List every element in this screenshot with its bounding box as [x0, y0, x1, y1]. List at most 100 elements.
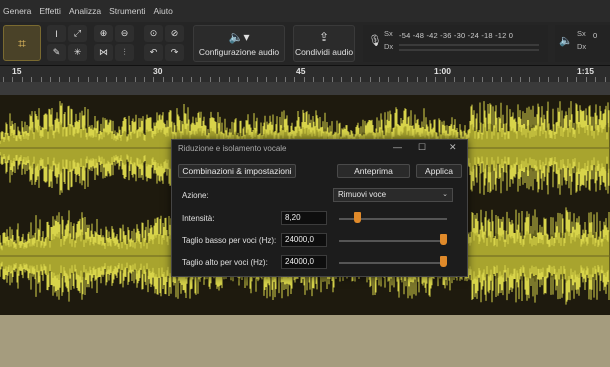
ruler-minor-tick — [576, 77, 577, 82]
ruler-minor-tick — [379, 77, 380, 82]
preview-button[interactable]: Anteprima — [337, 164, 410, 178]
presets-button[interactable]: Combinazioni & impostazioni — [178, 164, 296, 178]
ruler-minor-tick — [59, 77, 60, 82]
ruler-minor-tick — [153, 77, 154, 82]
low-cut-slider-thumb[interactable] — [440, 234, 447, 245]
selection-mode-button[interactable]: ⌗ — [3, 25, 41, 61]
ruler-minor-tick — [219, 77, 220, 82]
timeline-ruler[interactable]: 15 30 45 1:00 1:15 — [0, 66, 610, 83]
playback-meter[interactable]: 🔈 Sx Dx 0 — [555, 25, 610, 62]
meter-left-label: Sx — [384, 29, 393, 38]
speaker-icon: 🔈▾ — [228, 29, 250, 44]
zoom-fit-icon[interactable]: ⊘ — [165, 25, 184, 42]
high-cut-slider-thumb[interactable] — [440, 256, 447, 267]
ruler-minor-tick — [285, 77, 286, 82]
redo-icon[interactable]: ↷ — [165, 44, 184, 61]
audio-setup-button[interactable]: 🔈▾ Configurazione audio — [193, 25, 285, 62]
chevron-down-icon: ⌄ — [442, 191, 448, 198]
ruler-minor-tick — [276, 77, 277, 82]
ruler-minor-tick — [558, 77, 559, 82]
intensity-field[interactable]: 8,20 — [281, 211, 327, 225]
menu-analizza[interactable]: Analizza — [69, 6, 101, 16]
ruler-minor-tick — [370, 77, 371, 82]
low-cut-field[interactable]: 24000,0 — [281, 233, 327, 247]
silence-icon[interactable]: ⫶ — [115, 44, 134, 61]
zoom-in-icon[interactable]: ⊕ — [94, 25, 113, 42]
ruler-minor-tick — [257, 77, 258, 82]
ruler-minor-tick — [50, 77, 51, 82]
trim-icon[interactable]: ⋈ — [94, 44, 113, 61]
ruler-minor-tick — [78, 77, 79, 82]
minimize-icon[interactable]: — — [393, 142, 402, 152]
ruler-minor-tick — [407, 77, 408, 82]
ruler-minor-tick — [313, 77, 314, 82]
high-cut-slider[interactable] — [339, 256, 447, 267]
ruler-tick-label: 30 — [153, 66, 163, 76]
ruler-minor-tick — [135, 77, 136, 82]
ruler-minor-tick — [69, 77, 70, 82]
multi-tool-icon[interactable]: ✳ — [68, 44, 87, 61]
ruler-minor-tick — [304, 77, 305, 82]
ruler-tick-label: 45 — [296, 66, 306, 76]
ruler-minor-tick — [144, 77, 145, 82]
voice-isolation-dialog: Riduzione e isolamento vocale — ☐ ✕ Comb… — [171, 139, 468, 277]
timeline-subruler[interactable] — [0, 83, 610, 95]
draw-tool-icon[interactable]: ✎ — [47, 44, 66, 61]
meter-bar-right — [399, 49, 539, 51]
ruler-minor-tick — [22, 77, 23, 82]
ruler-minor-tick — [116, 77, 117, 82]
high-cut-field[interactable]: 24000,0 — [281, 255, 327, 269]
ruler-minor-tick — [341, 77, 342, 82]
menu-effetti[interactable]: Effetti — [39, 6, 61, 16]
ruler-minor-tick — [548, 77, 549, 82]
ruler-minor-tick — [97, 77, 98, 82]
envelope-tool-icon[interactable]: ⤢ — [68, 25, 87, 42]
menu-strumenti[interactable]: Strumenti — [109, 6, 145, 16]
dialog-title: Riduzione e isolamento vocale — [178, 144, 287, 153]
ruler-minor-tick — [567, 77, 568, 82]
ruler-minor-tick — [182, 77, 183, 82]
ruler-minor-tick — [464, 77, 465, 82]
ruler-minor-tick — [520, 77, 521, 82]
ruler-minor-tick — [426, 77, 427, 82]
playback-left-label: Sx — [577, 29, 586, 38]
ruler-minor-tick — [454, 77, 455, 82]
ruler-minor-tick — [398, 77, 399, 82]
menu-genera[interactable]: Genera — [3, 6, 31, 16]
meter-bar-left — [399, 44, 539, 46]
menu-aiuto[interactable]: Aiuto — [153, 6, 172, 16]
share-audio-button[interactable]: ⇪ Condividi audio — [293, 25, 355, 62]
ruler-minor-tick — [210, 77, 211, 82]
ruler-minor-tick — [229, 77, 230, 82]
intensity-slider-thumb[interactable] — [354, 212, 362, 223]
close-icon[interactable]: ✕ — [449, 142, 457, 153]
ruler-minor-tick — [200, 77, 201, 82]
maximize-icon[interactable]: ☐ — [418, 142, 426, 153]
playback-right-label: Dx — [577, 42, 587, 51]
zoom-out-icon[interactable]: ⊖ — [115, 25, 134, 42]
menu-bar: Genera Effetti Analizza Strumenti Aiuto — [0, 0, 610, 22]
undo-icon[interactable]: ↶ — [144, 44, 163, 61]
ruler-minor-tick — [492, 77, 493, 82]
ruler-minor-tick — [539, 77, 540, 82]
ruler-minor-tick — [12, 77, 13, 82]
ruler-minor-tick — [163, 77, 164, 82]
ruler-minor-tick — [88, 77, 89, 82]
ruler-minor-tick — [435, 77, 436, 82]
ruler-minor-tick — [238, 77, 239, 82]
ruler-minor-tick — [482, 77, 483, 82]
ruler-minor-tick — [247, 77, 248, 82]
intensity-slider[interactable] — [339, 212, 447, 223]
ruler-minor-tick — [106, 77, 107, 82]
selection-tool-icon[interactable]: I — [47, 25, 66, 42]
empty-track-area[interactable] — [0, 315, 610, 367]
ruler-minor-tick — [473, 77, 474, 82]
low-cut-slider[interactable] — [339, 234, 447, 245]
audio-setup-label: Configurazione audio — [198, 46, 280, 57]
microphone-icon: 🎙 — [368, 35, 382, 47]
apply-button[interactable]: Applica — [416, 164, 462, 178]
action-select[interactable]: Rimuovi voce ⌄ — [333, 188, 453, 202]
zoom-selection-icon[interactable]: ⊙ — [144, 25, 163, 42]
recording-meter[interactable]: 🎙 Sx Dx -54 -48 -42 -36 -30 -24 -18 -12 … — [363, 25, 548, 62]
ruler-minor-tick — [586, 77, 587, 82]
